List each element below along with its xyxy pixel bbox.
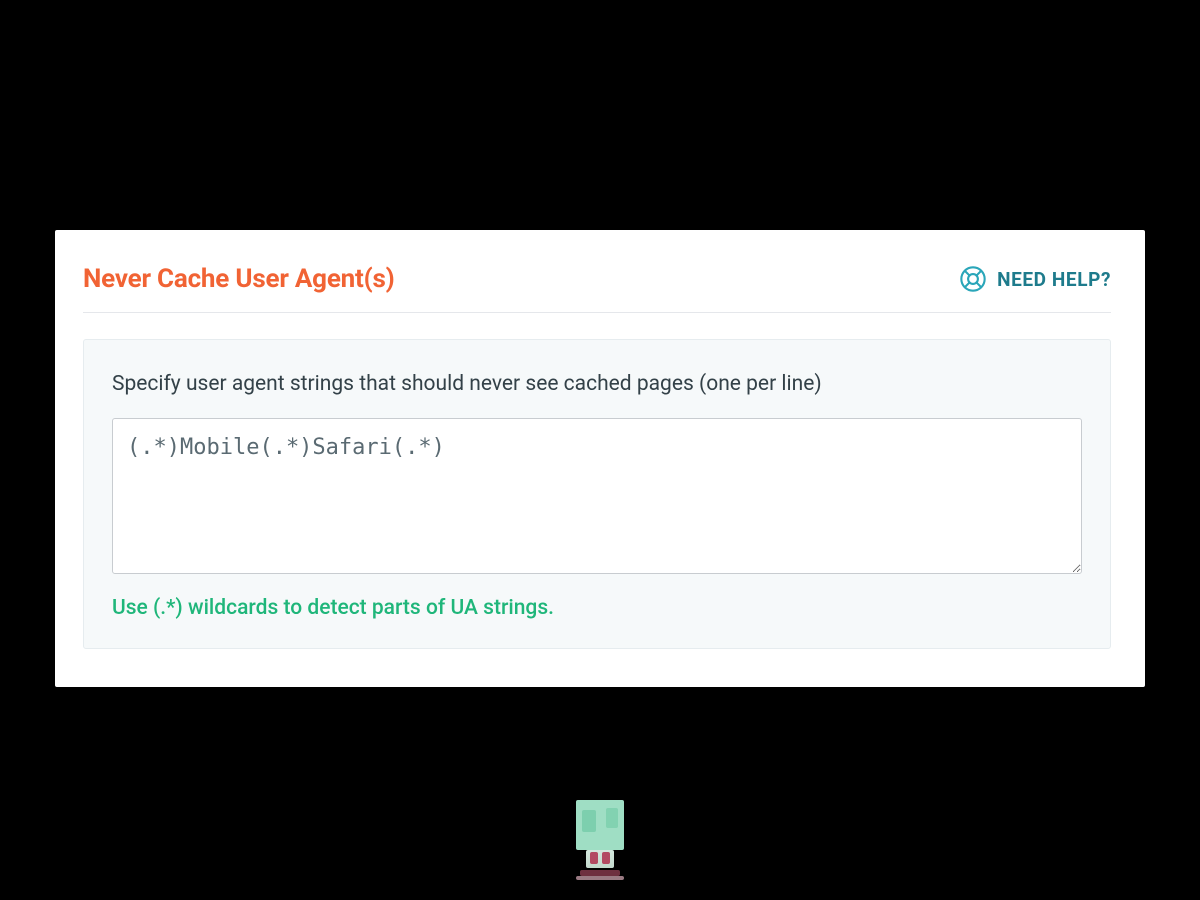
ua-field-label: Specify user agent strings that should n… [112,372,1082,396]
need-help-link[interactable]: NEED HELP? [959,265,1111,293]
lifebuoy-icon [959,265,987,293]
footer-logo [574,800,626,880]
ua-field-box: Specify user agent strings that should n… [83,339,1111,649]
settings-panel: Never Cache User Agent(s) NEED HELP? Spe… [55,230,1145,687]
need-help-label: NEED HELP? [997,268,1111,291]
never-cache-ua-textarea[interactable] [112,418,1082,574]
ua-hint-text: Use (.*) wildcards to detect parts of UA… [112,596,1082,620]
section-header: Never Cache User Agent(s) NEED HELP? [83,264,1111,313]
section-title: Never Cache User Agent(s) [83,264,395,294]
